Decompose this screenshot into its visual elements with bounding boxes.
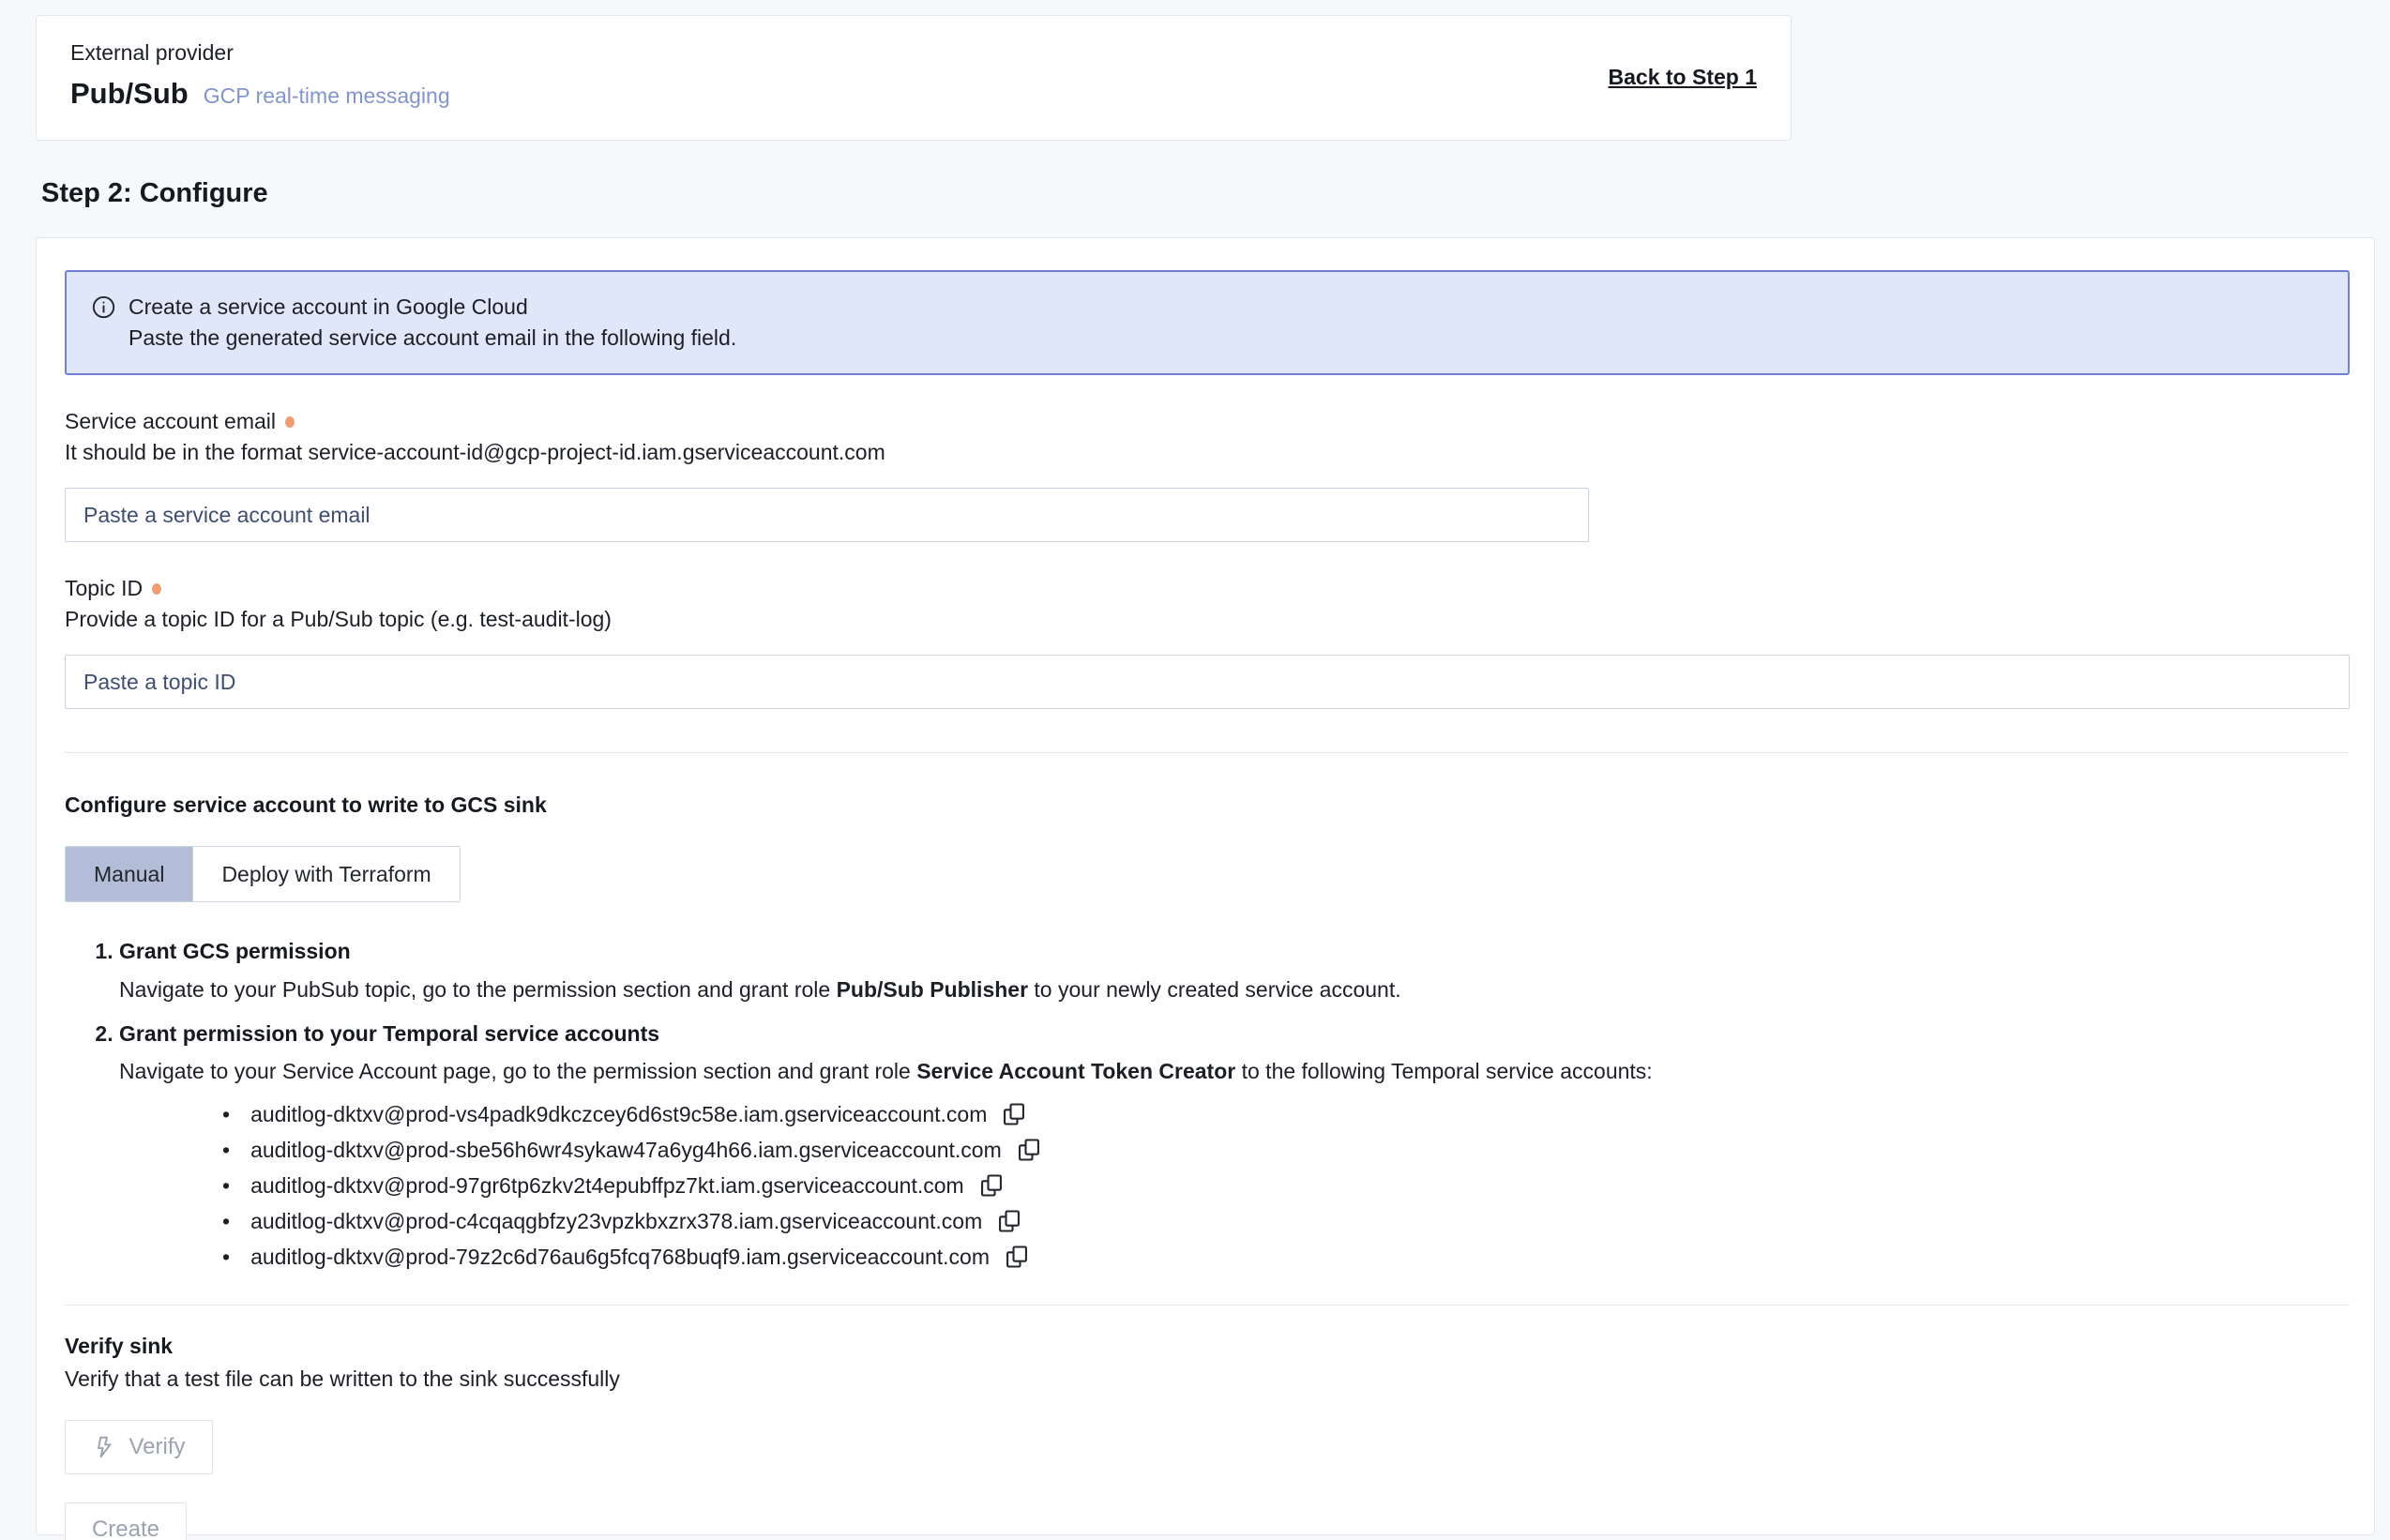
configure-card: Create a service account in Google Cloud… <box>36 237 2375 1535</box>
info-circle-icon <box>91 294 116 320</box>
service-account-item: auditlog-dktxv@prod-vs4padk9dkczcey6d6st… <box>222 1096 2350 1132</box>
info-banner: Create a service account in Google Cloud… <box>65 270 2350 375</box>
provider-row: Pub/Sub GCP real-time messaging <box>70 77 1757 111</box>
service-accounts-list: auditlog-dktxv@prod-vs4padk9dkczcey6d6st… <box>119 1096 2350 1275</box>
topic-id-label: Topic ID <box>65 576 143 601</box>
verify-button-label: Verify <box>129 1434 185 1460</box>
service-account-email-text: auditlog-dktxv@prod-c4cqaqgbfzy23vpzkbxz… <box>250 1203 982 1239</box>
service-account-item: auditlog-dktxv@prod-c4cqaqgbfzy23vpzkbxz… <box>222 1203 2350 1239</box>
tab-manual[interactable]: Manual <box>66 847 192 901</box>
verify-sink-heading: Verify sink <box>65 1334 2350 1359</box>
verify-button[interactable]: Verify <box>65 1420 213 1474</box>
section-divider <box>65 1305 2350 1306</box>
service-account-item: auditlog-dktxv@prod-sbe56h6wr4sykaw47a6y… <box>222 1132 2350 1168</box>
service-account-email-text: auditlog-dktxv@prod-97gr6tp6zkv2t4epubff… <box>250 1168 964 1203</box>
service-account-email-input[interactable] <box>65 488 1589 542</box>
step-2-description: Navigate to your Service Account page, g… <box>119 1054 2350 1089</box>
copy-icon[interactable] <box>1003 1243 1031 1271</box>
copy-icon[interactable] <box>977 1171 1006 1200</box>
provider-description: GCP real-time messaging <box>204 83 450 109</box>
copy-icon[interactable] <box>1015 1136 1043 1164</box>
service-account-email-helper: It should be in the format service-accou… <box>65 440 2350 465</box>
provider-name: Pub/Sub <box>70 77 189 111</box>
service-account-email-label: Service account email <box>65 409 276 434</box>
step-2-title: Grant permission to your Temporal servic… <box>119 1021 659 1046</box>
service-account-email-field-group: Service account email It should be in th… <box>65 409 2350 542</box>
step-1-description: Navigate to your PubSub topic, go to the… <box>119 973 2350 1007</box>
bolt-icon <box>92 1435 116 1459</box>
info-banner-title: Create a service account in Google Cloud <box>129 294 528 320</box>
info-banner-description: Paste the generated service account emai… <box>129 325 2323 351</box>
copy-icon[interactable] <box>995 1207 1023 1235</box>
manual-step-2: Grant permission to your Temporal servic… <box>119 1017 2350 1276</box>
service-account-item: auditlog-dktxv@prod-79z2c6d76au6g5fcq768… <box>222 1239 2350 1275</box>
configure-tabs: Manual Deploy with Terraform <box>65 846 461 902</box>
service-account-email-text: auditlog-dktxv@prod-sbe56h6wr4sykaw47a6y… <box>250 1132 1002 1168</box>
service-account-item: auditlog-dktxv@prod-97gr6tp6zkv2t4epubff… <box>222 1168 2350 1203</box>
service-account-email-text: auditlog-dktxv@prod-vs4padk9dkczcey6d6st… <box>250 1096 987 1132</box>
step-1-title: Grant GCS permission <box>119 939 351 963</box>
page-title: Step 2: Configure <box>41 178 2390 209</box>
manual-steps-list: Grant GCS permission Navigate to your Pu… <box>65 934 2350 1275</box>
tab-deploy-with-terraform[interactable]: Deploy with Terraform <box>192 847 459 901</box>
configure-section-heading: Configure service account to write to GC… <box>65 793 2350 818</box>
topic-id-helper: Provide a topic ID for a Pub/Sub topic (… <box>65 607 2350 632</box>
provider-card-label: External provider <box>70 40 1757 66</box>
create-button[interactable]: Create <box>65 1502 187 1540</box>
copy-icon[interactable] <box>1000 1100 1028 1128</box>
section-divider <box>65 752 2350 753</box>
required-dot-icon <box>152 583 161 595</box>
topic-id-input[interactable] <box>65 655 2350 709</box>
required-dot-icon <box>285 416 295 428</box>
service-account-email-text: auditlog-dktxv@prod-79z2c6d76au6g5fcq768… <box>250 1239 990 1275</box>
topic-id-field-group: Topic ID Provide a topic ID for a Pub/Su… <box>65 576 2350 709</box>
provider-card: External provider Pub/Sub GCP real-time … <box>36 15 1792 141</box>
manual-step-1: Grant GCS permission Navigate to your Pu… <box>119 934 2350 1007</box>
verify-sink-description: Verify that a test file can be written t… <box>65 1366 2350 1392</box>
back-to-step-1-link[interactable]: Back to Step 1 <box>1609 65 1758 90</box>
create-button-label: Create <box>92 1517 159 1540</box>
